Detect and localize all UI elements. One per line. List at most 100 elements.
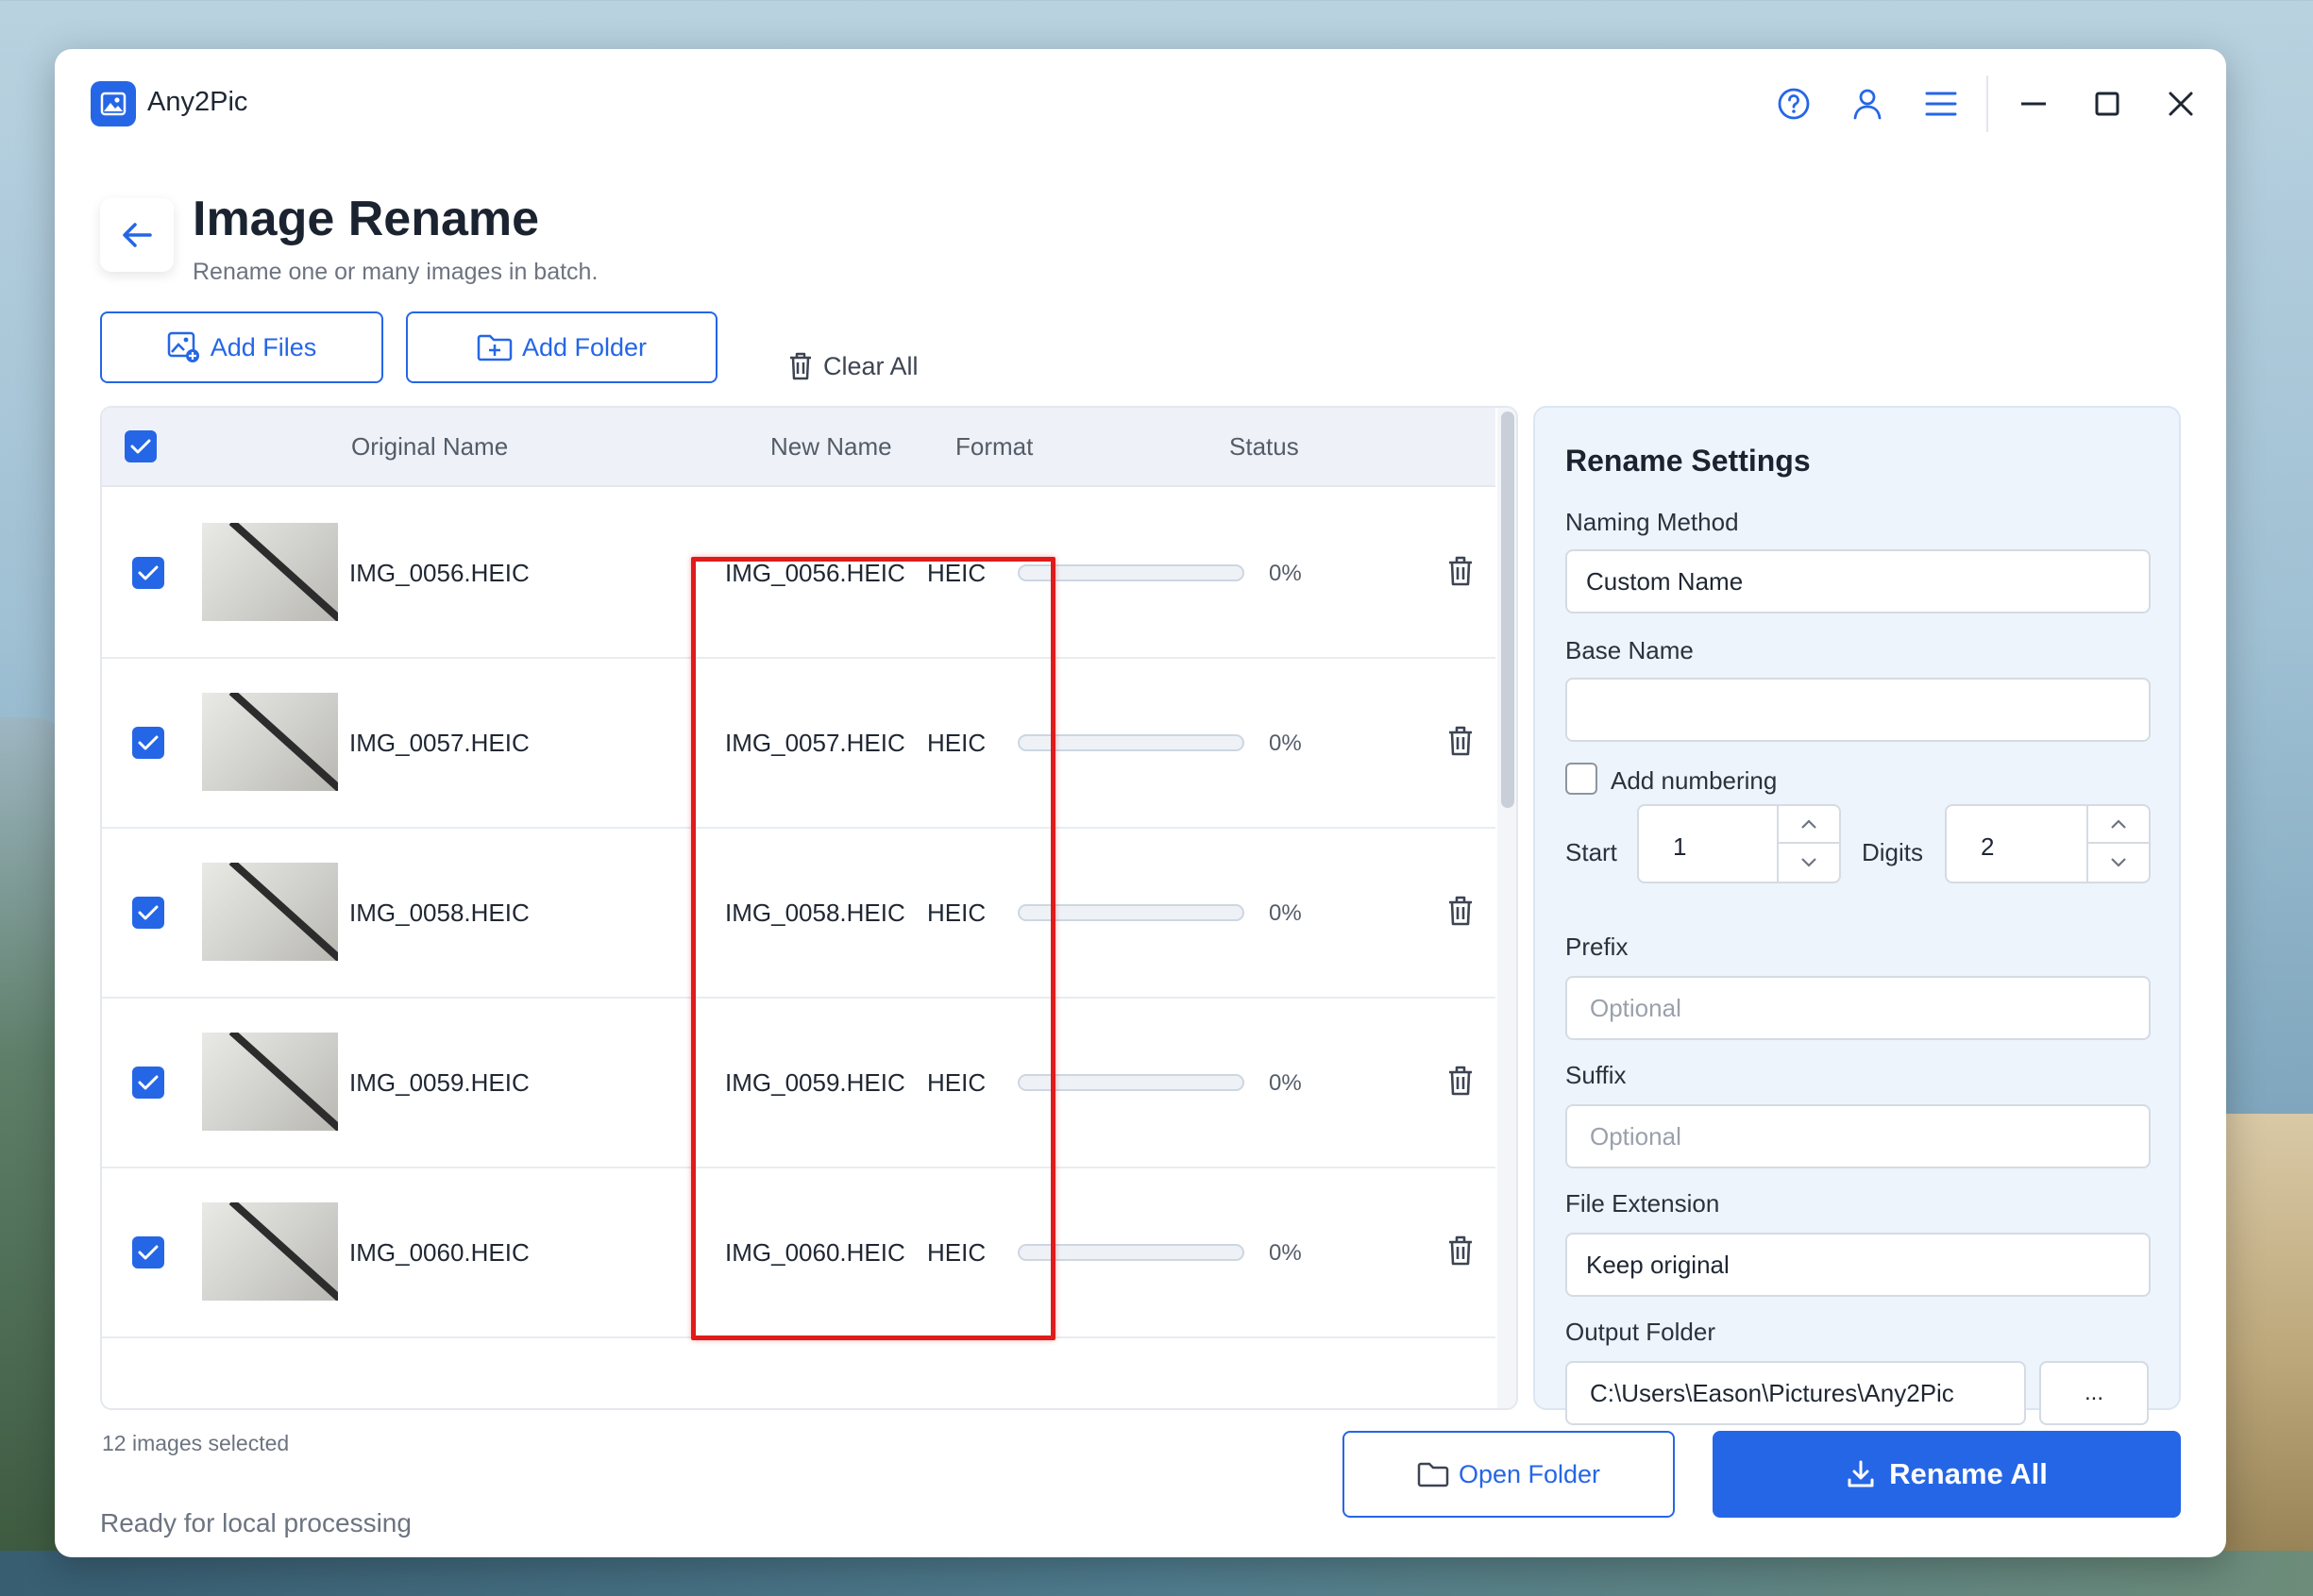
progress-bar: [1018, 904, 1244, 921]
suffix-placeholder: Optional: [1590, 1121, 1681, 1151]
original-name-cell: IMG_0057.HEIC: [349, 729, 530, 757]
close-icon[interactable]: [2158, 81, 2203, 126]
base-name-input[interactable]: [1565, 678, 2151, 742]
add-files-label: Add Files: [210, 332, 317, 361]
table-row[interactable]: IMG_0057.HEIC IMG_0057.HEIC HEIC 0%: [102, 659, 1495, 829]
help-icon[interactable]: [1771, 81, 1816, 126]
naming-method-value: Custom Name: [1586, 566, 1744, 596]
image-thumbnail: [202, 863, 338, 961]
progress-bar: [1018, 734, 1244, 751]
output-folder-input[interactable]: C:\Users\Eason\Pictures\Any2Pic: [1565, 1361, 2026, 1425]
table-row[interactable]: IMG_0060.HEIC IMG_0060.HEIC HEIC 0%: [102, 1168, 1495, 1338]
format-cell: HEIC: [927, 559, 987, 587]
app-logo-icon: [91, 81, 136, 126]
add-numbering-checkbox[interactable]: [1565, 763, 1597, 795]
file-extension-select[interactable]: Keep original: [1565, 1233, 2151, 1297]
menu-icon[interactable]: [1918, 81, 1964, 126]
original-name-cell: IMG_0058.HEIC: [349, 899, 530, 927]
chevron-down-icon: [1801, 858, 1816, 867]
column-new-name[interactable]: New Name: [770, 432, 892, 462]
chevron-down-icon: [2111, 858, 2126, 867]
base-name-label: Base Name: [1565, 636, 1694, 664]
table-scrollbar[interactable]: [1497, 408, 1516, 1408]
suffix-input[interactable]: Optional: [1565, 1104, 2151, 1168]
progress-bar: [1018, 564, 1244, 581]
delete-row-button[interactable]: [1446, 1065, 1480, 1102]
start-label: Start: [1565, 838, 1617, 866]
digits-value: 2: [1981, 832, 1995, 861]
row-checkbox[interactable]: [132, 557, 164, 589]
start-increment-button[interactable]: [1779, 806, 1839, 844]
page-subtitle: Rename one or many images in batch.: [193, 259, 599, 285]
add-folder-label: Add Folder: [521, 332, 648, 361]
open-folder-button[interactable]: Open Folder: [1342, 1431, 1675, 1518]
row-checkbox[interactable]: [132, 727, 164, 759]
delete-row-button[interactable]: [1446, 725, 1480, 763]
table-row[interactable]: IMG_0058.HEIC IMG_0058.HEIC HEIC 0%: [102, 829, 1495, 999]
start-value: 1: [1673, 832, 1687, 861]
rename-all-button[interactable]: Rename All: [1713, 1431, 2181, 1518]
clear-all-button[interactable]: Clear All: [787, 330, 919, 402]
digits-stepper[interactable]: 2: [1945, 804, 2151, 883]
select-all-checkbox[interactable]: [125, 430, 157, 462]
row-checkbox[interactable]: [132, 1236, 164, 1268]
status-text: Ready for local processing: [100, 1508, 412, 1537]
naming-method-select[interactable]: Custom Name: [1565, 549, 2151, 613]
add-files-button[interactable]: Add Files: [100, 311, 383, 383]
trash-icon: [1449, 556, 1472, 586]
check-icon: [138, 565, 159, 580]
file-extension-label: File Extension: [1565, 1189, 1720, 1218]
delete-row-button[interactable]: [1446, 1235, 1480, 1272]
chevron-up-icon: [2111, 819, 2126, 829]
back-button[interactable]: [100, 198, 174, 272]
progress-percent: 0%: [1269, 1240, 1302, 1266]
prefix-input[interactable]: Optional: [1565, 976, 2151, 1040]
trash-icon: [1449, 1235, 1472, 1266]
minimize-icon[interactable]: [2011, 81, 2056, 126]
scrollbar-thumb[interactable]: [1501, 412, 1514, 808]
output-folder-label: Output Folder: [1565, 1318, 1715, 1346]
digits-decrement-button[interactable]: [2088, 844, 2149, 882]
image-thumbnail: [202, 1033, 338, 1131]
image-table: Original Name New Name Format Status IMG…: [100, 406, 1518, 1410]
add-image-icon: [167, 331, 199, 362]
column-format[interactable]: Format: [955, 432, 1033, 462]
image-thumbnail: [202, 693, 338, 791]
delete-row-button[interactable]: [1446, 895, 1480, 932]
check-icon: [138, 1075, 159, 1090]
column-original-name[interactable]: Original Name: [351, 432, 508, 462]
check-icon: [138, 1245, 159, 1260]
original-name-cell: IMG_0059.HEIC: [349, 1068, 530, 1097]
title-separator: [1986, 76, 1988, 132]
start-stepper[interactable]: 1: [1637, 804, 1841, 883]
new-name-cell: IMG_0057.HEIC: [725, 729, 905, 757]
check-icon: [130, 439, 151, 454]
digits-increment-button[interactable]: [2088, 806, 2149, 844]
progress-percent: 0%: [1269, 731, 1302, 756]
add-folder-button[interactable]: Add Folder: [406, 311, 718, 383]
open-folder-label: Open Folder: [1458, 1459, 1601, 1488]
rename-all-label: Rename All: [1889, 1457, 2048, 1490]
format-cell: HEIC: [927, 729, 987, 757]
wallpaper-water: [0, 1551, 2313, 1596]
settings-title: Rename Settings: [1565, 444, 1811, 478]
row-checkbox[interactable]: [132, 897, 164, 929]
start-decrement-button[interactable]: [1779, 844, 1839, 882]
column-status[interactable]: Status: [1229, 432, 1299, 462]
download-icon: [1848, 1460, 1874, 1487]
row-checkbox[interactable]: [132, 1067, 164, 1099]
progress-bar: [1018, 1074, 1244, 1091]
folder-icon: [1417, 1462, 1449, 1487]
browse-folder-button[interactable]: ...: [2039, 1361, 2149, 1425]
delete-row-button[interactable]: [1446, 555, 1480, 593]
user-icon[interactable]: [1845, 81, 1890, 126]
app-window: Any2Pic Image Rename Rename one or many …: [55, 49, 2226, 1557]
add-numbering-label: Add numbering: [1611, 766, 1778, 795]
table-row[interactable]: IMG_0056.HEIC IMG_0056.HEIC HEIC 0%: [102, 489, 1495, 659]
back-arrow-icon: [123, 223, 152, 247]
app-name: Any2Pic: [147, 87, 248, 117]
rename-settings-panel: Rename Settings Naming Method Custom Nam…: [1533, 406, 2181, 1425]
maximize-icon[interactable]: [2085, 81, 2130, 126]
new-name-cell: IMG_0056.HEIC: [725, 559, 905, 587]
table-row[interactable]: IMG_0059.HEIC IMG_0059.HEIC HEIC 0%: [102, 999, 1495, 1168]
